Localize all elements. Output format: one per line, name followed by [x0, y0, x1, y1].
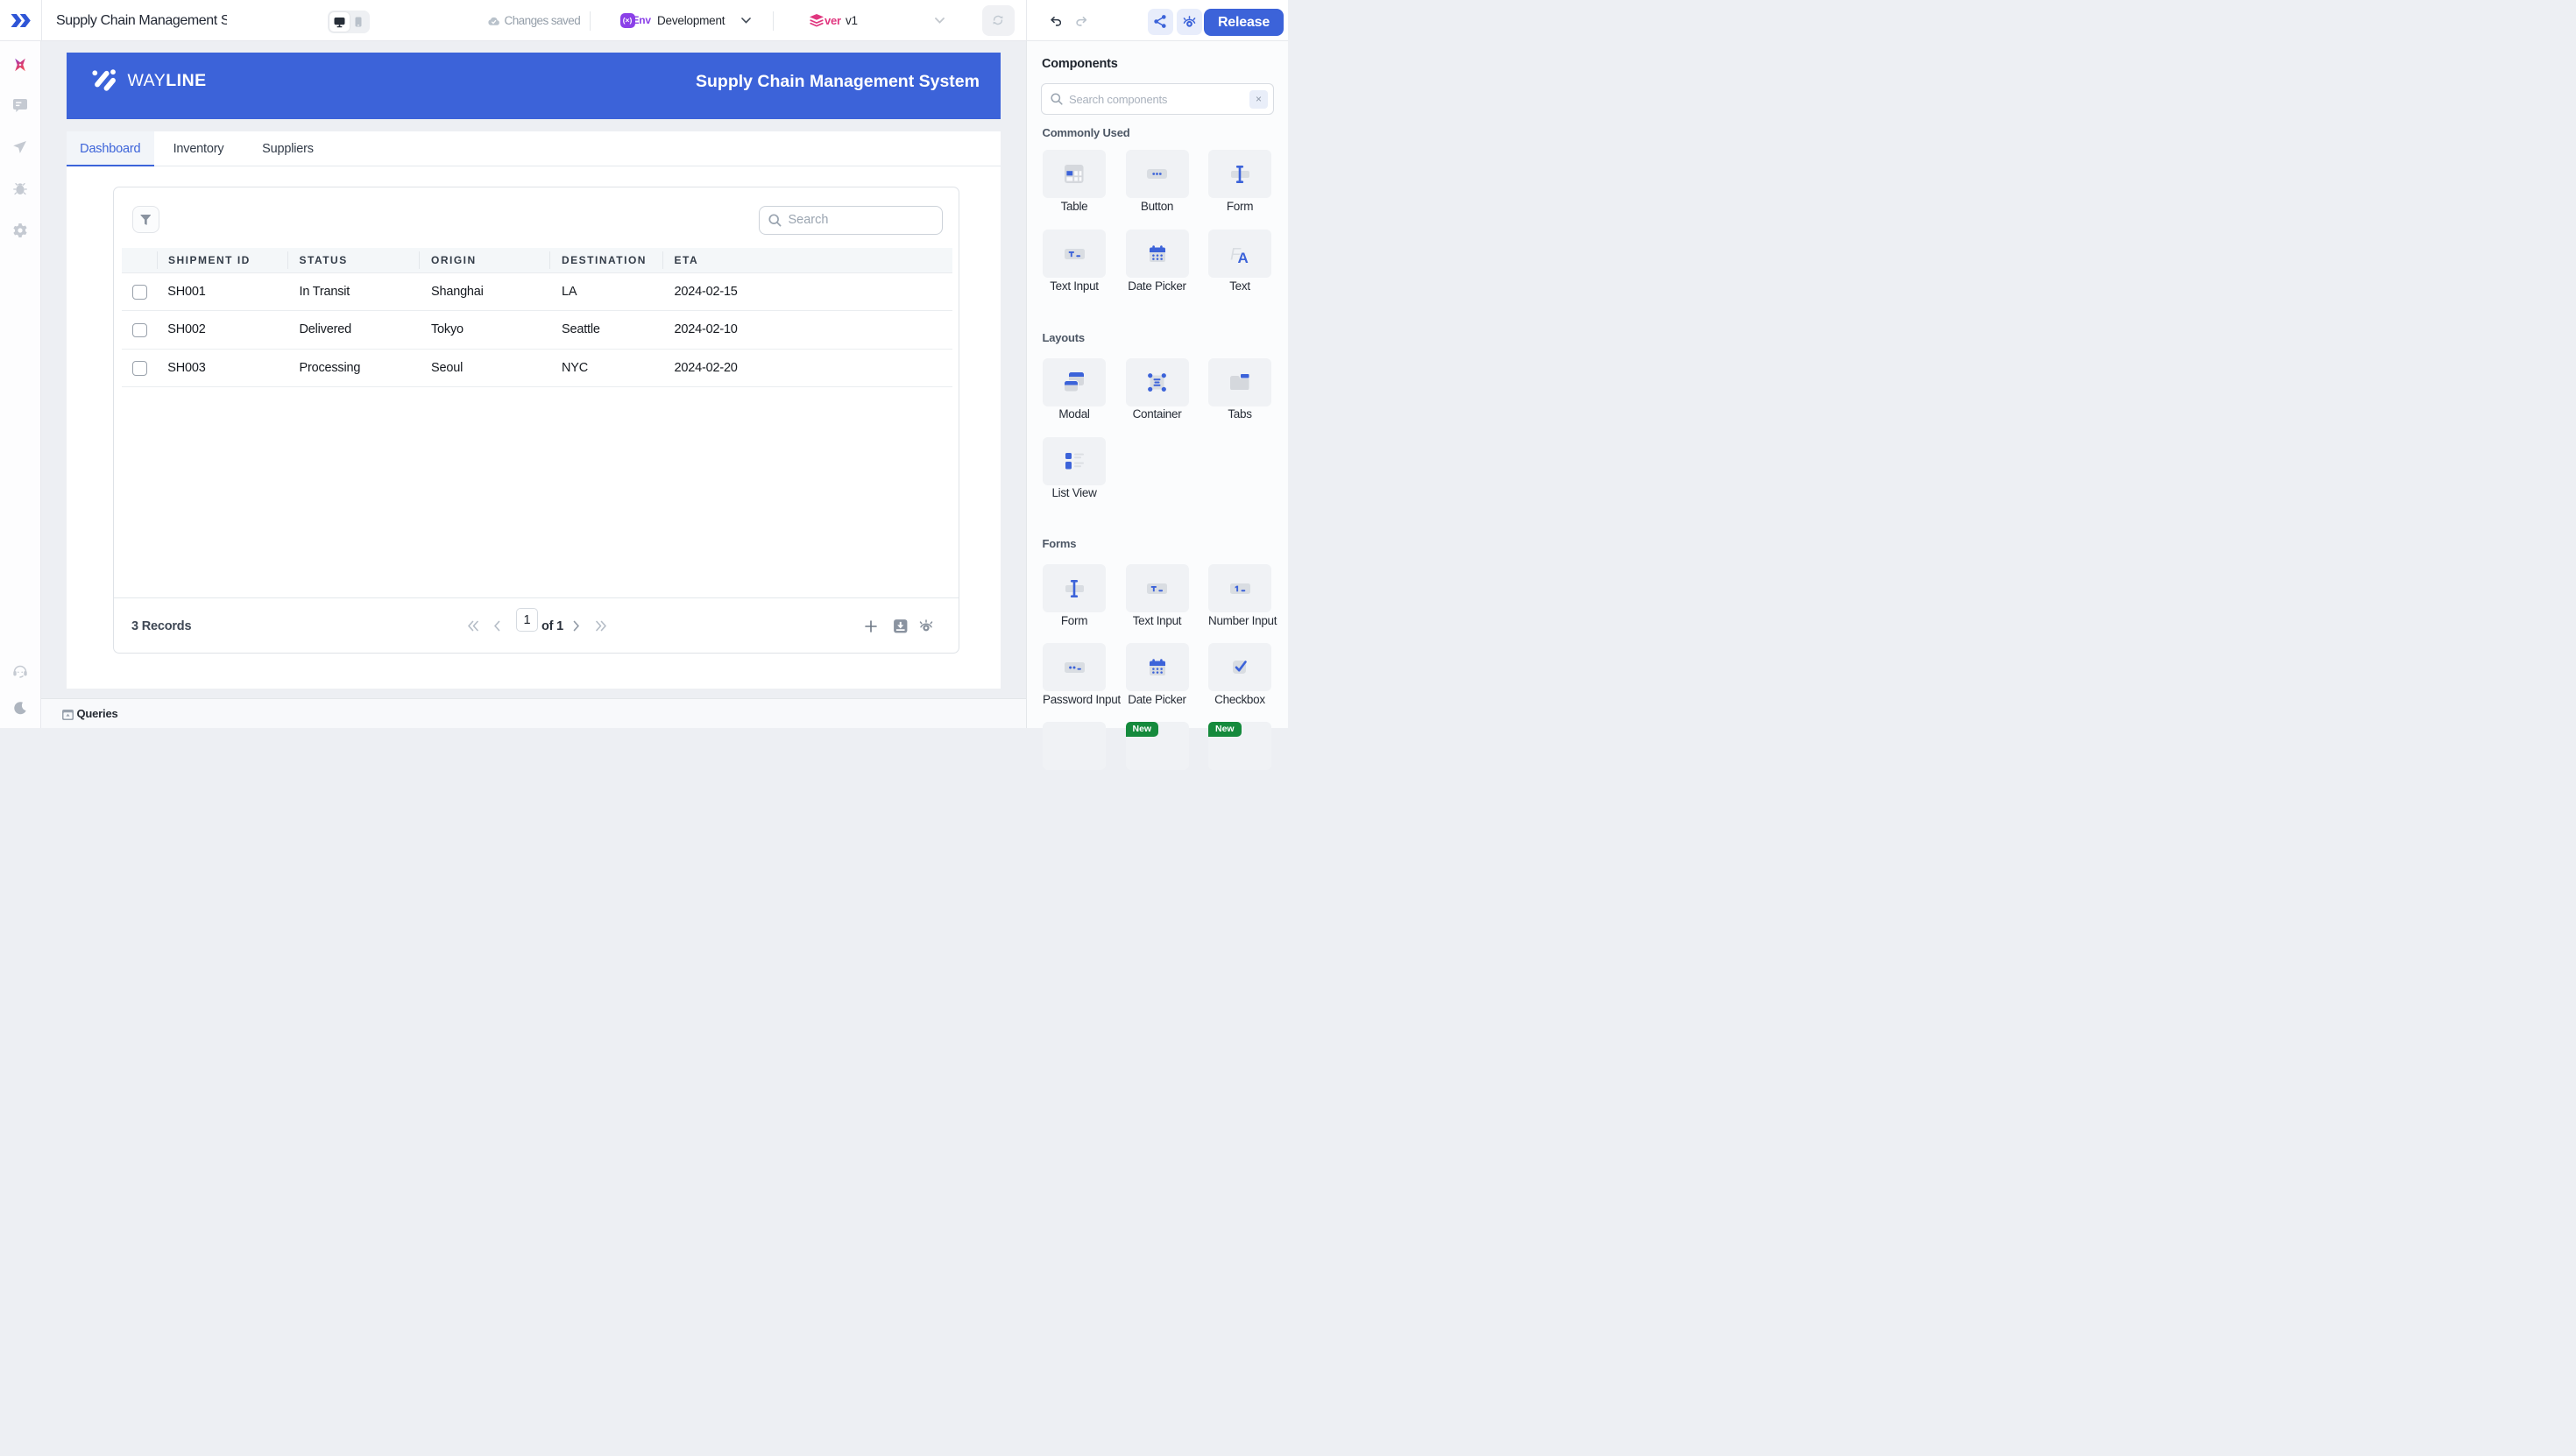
svg-text:A: A [1238, 250, 1249, 264]
